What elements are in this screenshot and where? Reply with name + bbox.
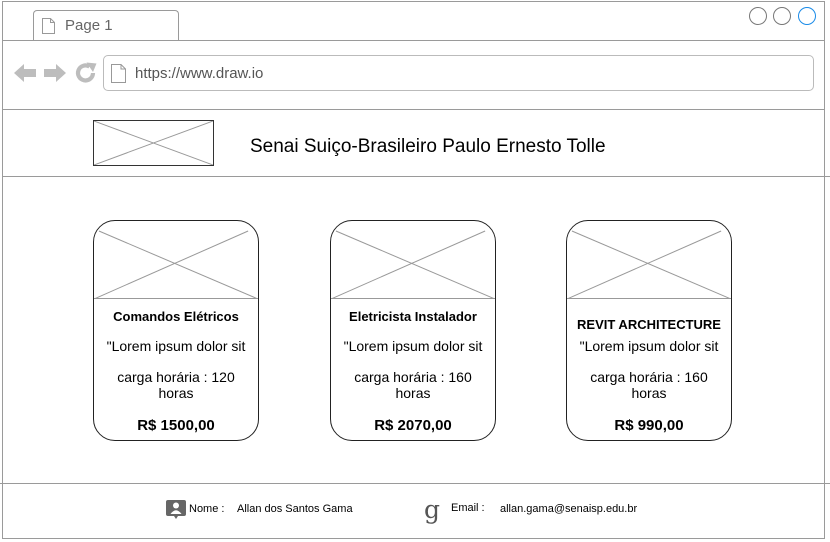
page-icon (42, 18, 55, 34)
course-title: REVIT ARCHITECTURE (577, 317, 721, 332)
address-bar[interactable]: https://www.draw.io (103, 55, 814, 91)
page-icon (111, 64, 126, 83)
tab-label: Page 1 (65, 17, 113, 34)
course-card[interactable]: REVIT ARCHITECTURE "Lorem ipsum dolor si… (566, 220, 732, 441)
course-description: "Lorem ipsum dolor sit (106, 338, 246, 354)
name-value: Allan dos Santos Gama (237, 503, 353, 515)
course-price: R$ 990,00 (614, 417, 684, 434)
course-image-placeholder (567, 221, 731, 299)
course-card[interactable]: Eletricista Instalador "Lorem ipsum dolo… (330, 220, 496, 441)
course-description: "Lorem ipsum dolor sit (343, 338, 483, 354)
course-card[interactable]: Comandos Elétricos "Lorem ipsum dolor si… (93, 220, 259, 441)
minimize-button[interactable] (749, 7, 767, 25)
course-price: R$ 2070,00 (374, 417, 452, 434)
google-icon: g (424, 495, 441, 524)
course-hours: carga horária : 160 horas (590, 369, 708, 401)
course-hours: carga horária : 160 horas (354, 369, 472, 401)
url-text: https://www.draw.io (135, 65, 264, 82)
user-card-icon (166, 500, 186, 519)
tab-bar-divider (2, 40, 825, 41)
reload-icon[interactable] (74, 61, 98, 85)
course-hours: carga horária : 120 horas (117, 369, 235, 401)
footer-divider (0, 483, 830, 484)
name-label: Nome : (189, 503, 225, 515)
header-divider (2, 176, 830, 177)
close-button[interactable] (798, 7, 816, 25)
email-label: Email : (451, 502, 485, 514)
logo-placeholder (93, 120, 214, 166)
email-value[interactable]: allan.gama@senaisp.edu.br (500, 503, 637, 515)
browser-tab[interactable]: Page 1 (33, 10, 179, 41)
course-title: Eletricista Instalador (349, 309, 477, 324)
maximize-button[interactable] (773, 7, 791, 25)
course-image-placeholder (331, 221, 495, 299)
toolbar-divider (2, 109, 825, 110)
course-description: "Lorem ipsum dolor sit (579, 338, 719, 354)
back-arrow-icon[interactable] (13, 61, 37, 85)
course-image-placeholder (94, 221, 258, 299)
site-title: Senai Suiço-Brasileiro Paulo Ernesto Tol… (250, 136, 606, 157)
forward-arrow-icon[interactable] (43, 61, 67, 85)
course-title: Comandos Elétricos (113, 309, 239, 324)
course-price: R$ 1500,00 (137, 417, 215, 434)
